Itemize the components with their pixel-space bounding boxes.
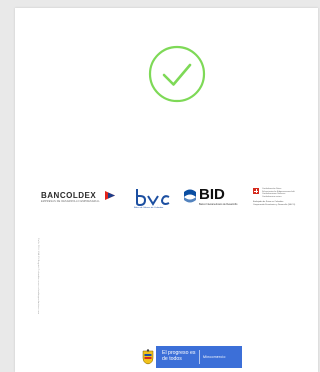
- bid-subtitle: Banco Interamericano de Desarrollo: [199, 203, 238, 206]
- bancoldex-logo: BANCOLDEX EMPRESAS DE DESARROLLO EMPRESA…: [41, 191, 115, 213]
- swiss-confederation-lines: Confederación Suiza Schweizerische Eidge…: [262, 188, 295, 198]
- swiss-flag-icon: [253, 188, 259, 194]
- colombia-seal-icon: [142, 349, 154, 365]
- address-line: Calle 28 # 13A-15 Bogotá Colombia www.co…: [37, 238, 39, 315]
- progress-banner: El progreso es de todos Mincomercio: [156, 346, 242, 368]
- bid-logo: BID Banco Interamericano de Desarrollo: [183, 187, 239, 211]
- banner-divider: [199, 350, 200, 364]
- document-page: BANCOLDEX EMPRESAS DE DESARROLLO EMPRESA…: [15, 8, 318, 372]
- bvc-wordmark-icon: [136, 189, 170, 207]
- bid-name: BID: [199, 186, 225, 203]
- bvc-logo: Bolsa de Valores de Colombia: [134, 188, 178, 212]
- swiss-line: Confederaziun svizra: [262, 195, 282, 198]
- swiss-secretariat-line: Cooperación Económica y Desarrollo (SECO…: [253, 203, 296, 206]
- swiss-secretariat-lines: Embajada de Suiza en Colombia Cooperació…: [253, 201, 295, 206]
- vertical-address-text: Calle 28 # 13A-15 Bogotá Colombia www.co…: [33, 238, 39, 366]
- bancoldex-mark-icon: [105, 191, 115, 200]
- bancoldex-name: BANCOLDEX: [41, 191, 97, 200]
- banner-slogan: El progreso es de todos: [162, 350, 196, 362]
- swiss-cooperation-logo: Confederación Suiza Schweizerische Eidge…: [253, 188, 307, 214]
- bancoldex-tagline: EMPRESAS DE DESARROLLO EMPRESARIAL: [41, 200, 100, 203]
- check-circle-icon: [148, 45, 206, 103]
- bid-mark-icon: [184, 189, 196, 203]
- banner-ministry: Mincomercio: [203, 355, 226, 359]
- bvc-subtitle: Bolsa de Valores de Colombia: [134, 207, 164, 209]
